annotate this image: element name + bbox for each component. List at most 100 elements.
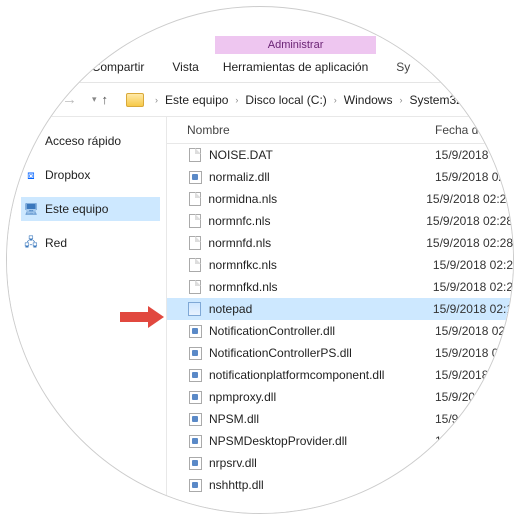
file-row[interactable]: notepad15/9/2018 02:1 <box>167 298 513 320</box>
tab-vista[interactable]: Vista <box>158 54 212 82</box>
sidebar-item-label: Acceso rápido <box>45 134 121 148</box>
file-name: normnfc.nls <box>208 214 426 228</box>
file-list: NOISE.DAT15/9/2018 02:normaliz.dll15/9/2… <box>167 144 513 496</box>
file-row[interactable]: NPSM.dll15/9/2018 0 <box>167 408 513 430</box>
file-name: normnfkc.nls <box>209 258 433 272</box>
file-name: NPSMDesktopProvider.dll <box>209 434 435 448</box>
column-headers: Nombre Fecha de m <box>167 117 513 144</box>
file-date: 15/9/2018 02:28 <box>426 214 513 228</box>
file-row[interactable]: nshhttp.dll15/9/2 <box>167 474 513 496</box>
pc-icon: 🖥 <box>23 202 39 216</box>
file-name: NotificationControllerPS.dll <box>209 346 435 360</box>
tab-compartir[interactable]: Compartir <box>78 54 159 82</box>
file-date: 15/9/2018 02:1 <box>433 302 513 316</box>
crumb-windows[interactable]: Windows <box>342 93 395 107</box>
file-row[interactable]: normaliz.dll15/9/2018 02: <box>167 166 513 188</box>
sidebar-item-network[interactable]: 🖧 Red <box>21 231 160 255</box>
nav-arrows: ← → <box>35 91 77 108</box>
sidebar-item-this-pc[interactable]: 🖥 Este equipo <box>21 197 160 221</box>
star-icon: ★ <box>23 134 39 148</box>
file-row[interactable]: normnfkc.nls15/9/2018 02:2 <box>167 254 513 276</box>
file-date: 15/9/2018 02:28 <box>426 192 513 206</box>
sidebar-item-label: Red <box>45 236 67 250</box>
doc-icon <box>187 235 202 251</box>
file-name: npmproxy.dll <box>209 390 435 404</box>
viewport-circle: nicio Compartir Vista Administrar Herram… <box>6 6 514 514</box>
chevron-icon[interactable]: › <box>329 95 342 105</box>
file-date: 15/9/2018 02 <box>435 368 513 382</box>
up-icon[interactable]: ↑ <box>102 92 109 107</box>
dll-icon <box>187 433 203 449</box>
dll-icon <box>187 169 203 185</box>
file-date: 15/9/2018 02:2 <box>433 258 513 272</box>
column-name[interactable]: Nombre <box>187 123 435 137</box>
file-row[interactable]: normnfd.nls15/9/2018 02:28 <box>167 232 513 254</box>
sidebar-item-dropbox[interactable]: ⧈ Dropbox <box>21 163 160 187</box>
crumb-disco-local[interactable]: Disco local (C:) <box>243 93 328 107</box>
file-row[interactable]: NPSMDesktopProvider.dll15/9/2018 <box>167 430 513 452</box>
file-name: notificationplatformcomponent.dll <box>209 368 435 382</box>
context-tab-sub: Herramientas de aplicación <box>215 54 376 82</box>
file-row[interactable]: nrpsrv.dll15/9/201 <box>167 452 513 474</box>
file-row[interactable]: normidna.nls15/9/2018 02:28 <box>167 188 513 210</box>
file-date: 15/9/2018 0 <box>435 390 513 404</box>
file-name: nshhttp.dll <box>209 478 435 492</box>
forward-icon[interactable]: → <box>62 91 77 108</box>
arrow-shaft <box>120 312 148 322</box>
trailing-text: Sy <box>396 60 410 82</box>
file-row[interactable]: normnfc.nls15/9/2018 02:28 <box>167 210 513 232</box>
dll-icon <box>187 411 203 427</box>
arrow-head-icon <box>148 306 164 328</box>
breadcrumb-bar: ← → ▾ ↑ › Este equipo › Disco local (C:)… <box>7 83 513 117</box>
sidebar-item-quick-access[interactable]: ★ Acceso rápido <box>21 129 160 153</box>
dll-icon <box>187 345 203 361</box>
sidebar-item-label: Dropbox <box>45 168 90 182</box>
file-date: 15/9/2 <box>435 478 513 492</box>
doc-icon <box>187 191 202 207</box>
file-date: 15/9/2018 02: <box>435 170 513 184</box>
exe-icon <box>187 301 203 317</box>
doc-icon <box>187 213 202 229</box>
file-name: nrpsrv.dll <box>209 456 435 470</box>
history-chevron-icon[interactable]: ▾ <box>87 94 102 105</box>
file-row[interactable]: notificationplatformcomponent.dll15/9/20… <box>167 364 513 386</box>
file-row[interactable]: NotificationControllerPS.dll15/9/2018 02… <box>167 342 513 364</box>
file-row[interactable]: NOISE.DAT15/9/2018 02: <box>167 144 513 166</box>
arrow-callout <box>120 306 166 328</box>
sidebar-item-label: Este equipo <box>45 202 108 216</box>
file-name: notepad <box>209 302 433 316</box>
back-icon[interactable]: ← <box>35 91 50 108</box>
doc-icon <box>187 279 203 295</box>
file-name: normnfd.nls <box>208 236 426 250</box>
file-name: NOISE.DAT <box>209 148 435 162</box>
file-row[interactable]: npmproxy.dll15/9/2018 0 <box>167 386 513 408</box>
file-name: normnfkd.nls <box>209 280 433 294</box>
file-row[interactable]: NotificationController.dll15/9/2018 02: <box>167 320 513 342</box>
file-date: 15/9/2018 02: <box>435 346 513 360</box>
chevron-icon[interactable]: › <box>394 95 407 105</box>
chevron-icon[interactable]: › <box>150 95 163 105</box>
body: ★ Acceso rápido ⧈ Dropbox 🖥 Este equipo … <box>7 117 513 513</box>
doc-icon <box>187 257 203 273</box>
doc-icon <box>187 147 203 163</box>
file-date: 15/9/201 <box>435 456 513 470</box>
dll-icon <box>187 367 203 383</box>
dll-icon <box>187 477 203 493</box>
file-name: normaliz.dll <box>209 170 435 184</box>
crumb-system32[interactable]: System32 <box>407 93 464 107</box>
file-date: 15/9/2018 02:2 <box>433 280 513 294</box>
file-date: 15/9/2018 02:28 <box>426 236 513 250</box>
context-tab[interactable]: Administrar Herramientas de aplicación <box>215 36 376 82</box>
file-name: normidna.nls <box>208 192 426 206</box>
chevron-icon[interactable]: › <box>230 95 243 105</box>
file-row[interactable]: normnfkd.nls15/9/2018 02:2 <box>167 276 513 298</box>
file-pane: Nombre Fecha de m NOISE.DAT15/9/2018 02:… <box>167 117 513 513</box>
column-date[interactable]: Fecha de m <box>435 123 513 137</box>
tab-inicio[interactable]: nicio <box>25 54 78 82</box>
file-date: 15/9/2018 02: <box>435 148 513 162</box>
folder-icon <box>126 93 144 107</box>
file-date: 15/9/2018 <box>435 434 513 448</box>
crumb-este-equipo[interactable]: Este equipo <box>163 93 230 107</box>
dll-icon <box>187 323 203 339</box>
network-icon: 🖧 <box>23 236 39 250</box>
